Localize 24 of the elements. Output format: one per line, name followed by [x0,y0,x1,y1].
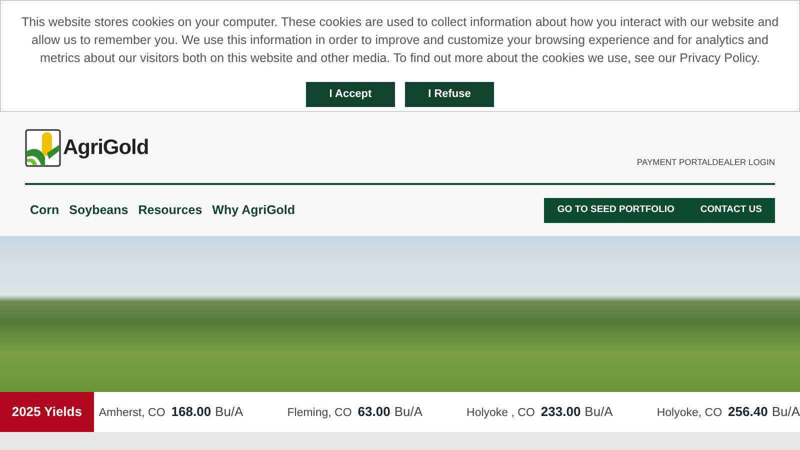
yields-label: 2025 Yields [0,392,94,432]
yield-value: 233.00 [540,402,581,421]
logo-wordmark[interactable]: AgriGold [63,132,149,164]
yield-unit: Bu/A [772,402,800,421]
yield-value: 63.00 [358,402,390,421]
nav-link[interactable]: Resources [138,201,202,220]
yield-location: Amherst, CO [98,406,166,421]
yield-location: Holyoke, CO [656,406,722,421]
yield-unit: Bu/A [584,402,613,421]
yield-location: Fleming, CO [287,406,352,421]
cookie-notice-text: This website stores cookies on your computer. These cookies are used to collect information about how you interact with our website and allow us to remember you. We use this information in order to improve and customize your browsing experience and for analytics and metrics about our visitors both on this website and other media. To find out more about the cookies we use, see our Privacy Policy. [20,14,780,67]
nav-link[interactable]: Why AgriGold [212,201,296,220]
cookie-button[interactable]: I Accept [306,82,395,107]
yield-value: 168.00 [171,402,212,421]
utility-link[interactable]: PAYMENT PORTAL [636,156,712,169]
yield-unit: Bu/A [394,402,423,421]
nav-link[interactable]: Corn [30,201,60,220]
logo-icon [25,129,61,167]
yield-value: 256.40 [728,402,768,421]
nav-link[interactable]: Soybeans [69,201,128,220]
cookie-button[interactable]: I Refuse [405,82,494,107]
yield-location: Holyoke , CO [466,406,535,421]
utility-link[interactable]: DEALER LOGIN [712,156,775,169]
yield-unit: Bu/A [215,402,244,421]
